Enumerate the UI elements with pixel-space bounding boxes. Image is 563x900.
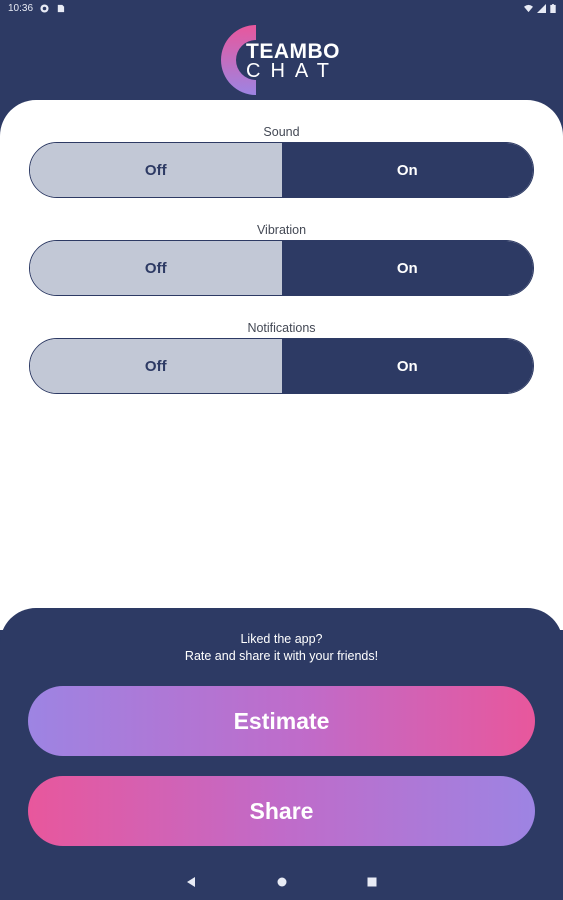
sound-on-option[interactable]: On: [281, 143, 533, 197]
sound-label: Sound: [263, 125, 300, 139]
wifi-icon: [524, 4, 533, 13]
signal-icon: [537, 4, 546, 13]
battery-icon: [550, 4, 556, 13]
recents-icon[interactable]: [362, 872, 382, 892]
vibration-label: Vibration: [256, 223, 307, 237]
notifications-toggle: Off On: [29, 338, 534, 394]
vibration-toggle: Off On: [29, 240, 534, 296]
vibration-on-option[interactable]: On: [281, 241, 533, 295]
notifications-label: Notifications: [247, 321, 316, 335]
liked-app-text: Liked the app?: [240, 632, 323, 646]
notifications-on-option[interactable]: On: [281, 339, 533, 393]
rate-share-text: Rate and share it with your friends!: [184, 649, 379, 663]
logo-word-chat: CHAT: [246, 60, 339, 82]
app-notification-icon: [40, 4, 49, 13]
status-time: 10:36: [8, 3, 34, 14]
sound-off-option[interactable]: Off: [30, 143, 282, 197]
back-icon[interactable]: [181, 872, 201, 892]
status-bar: 10:36: [0, 0, 563, 20]
system-nav-bar: [0, 864, 563, 900]
sound-toggle: Off On: [29, 142, 534, 198]
estimate-button[interactable]: Estimate: [28, 686, 535, 756]
teambo-chat-logo: TEAMBO CHAT: [0, 20, 563, 100]
notifications-off-option[interactable]: Off: [30, 339, 282, 393]
home-icon[interactable]: [272, 872, 292, 892]
vibration-off-option[interactable]: Off: [30, 241, 282, 295]
sd-card-icon: [57, 4, 65, 13]
share-button[interactable]: Share: [28, 776, 535, 846]
